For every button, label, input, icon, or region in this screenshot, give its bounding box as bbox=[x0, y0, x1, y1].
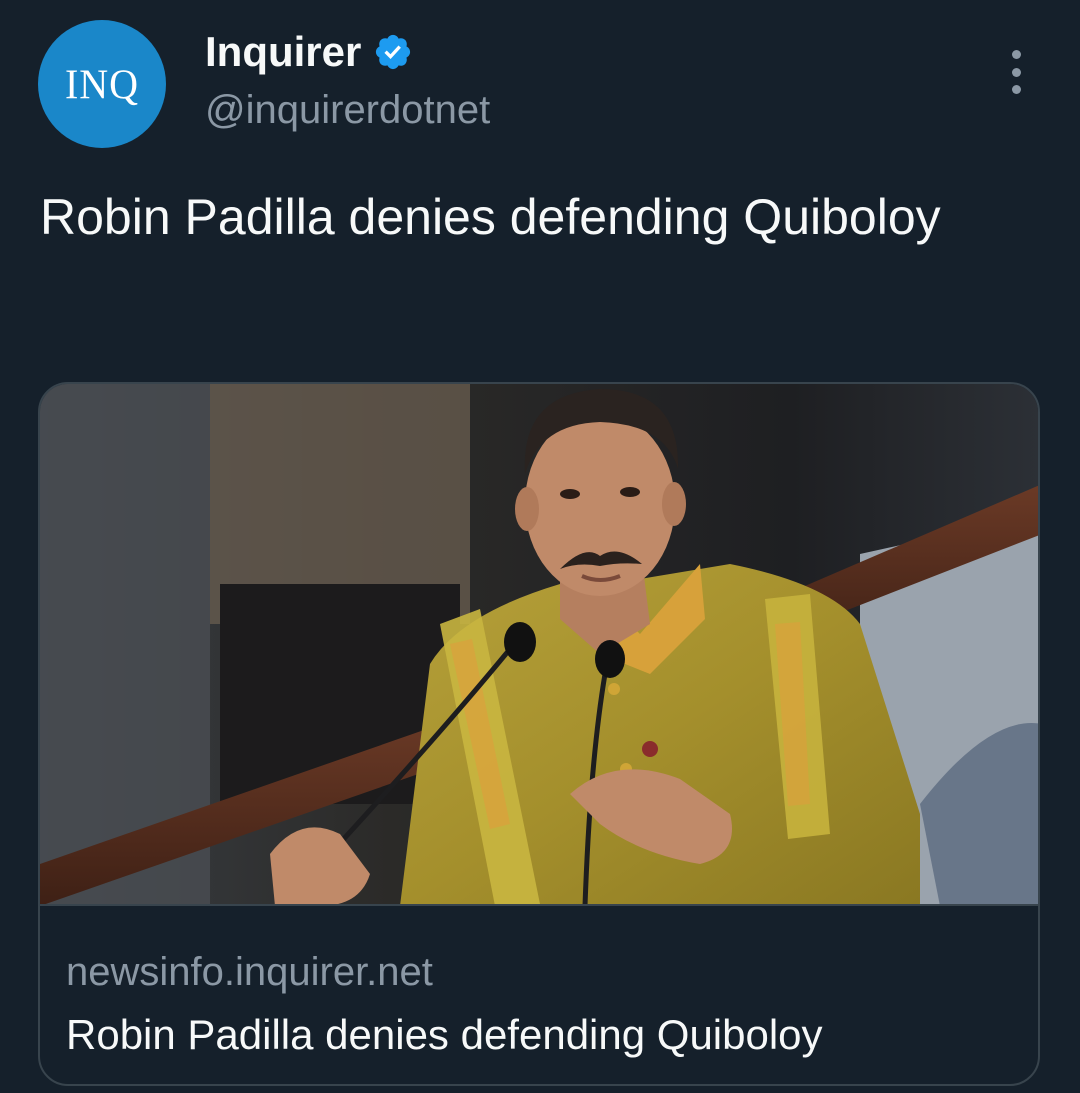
more-dot bbox=[1011, 85, 1021, 94]
tweet: INQ Inquirer @inquirerdotnet Robin Padil… bbox=[0, 0, 1080, 1093]
avatar[interactable]: INQ bbox=[38, 20, 166, 148]
link-card-image[interactable] bbox=[40, 384, 1038, 906]
news-photo bbox=[40, 384, 1038, 904]
avatar-logo-text: INQ bbox=[64, 60, 140, 108]
more-dot bbox=[1011, 67, 1021, 77]
tweet-text: Robin Padilla denies defending Quiboloy bbox=[40, 189, 941, 245]
link-card-domain: newsinfo.inquirer.net bbox=[66, 950, 433, 994]
author-handle[interactable]: @inquirerdotnet bbox=[205, 84, 490, 136]
more-options-icon[interactable] bbox=[996, 50, 1036, 94]
author-display-name[interactable]: Inquirer bbox=[205, 26, 361, 78]
verified-badge-icon bbox=[376, 34, 411, 70]
more-dot bbox=[1011, 50, 1021, 59]
author-name-row[interactable]: Inquirer bbox=[205, 26, 413, 78]
link-card-title: Robin Padilla denies defending Quiboloy bbox=[66, 1011, 823, 1058]
link-card[interactable]: newsinfo.inquirer.net Robin Padilla deni… bbox=[38, 382, 1040, 1086]
